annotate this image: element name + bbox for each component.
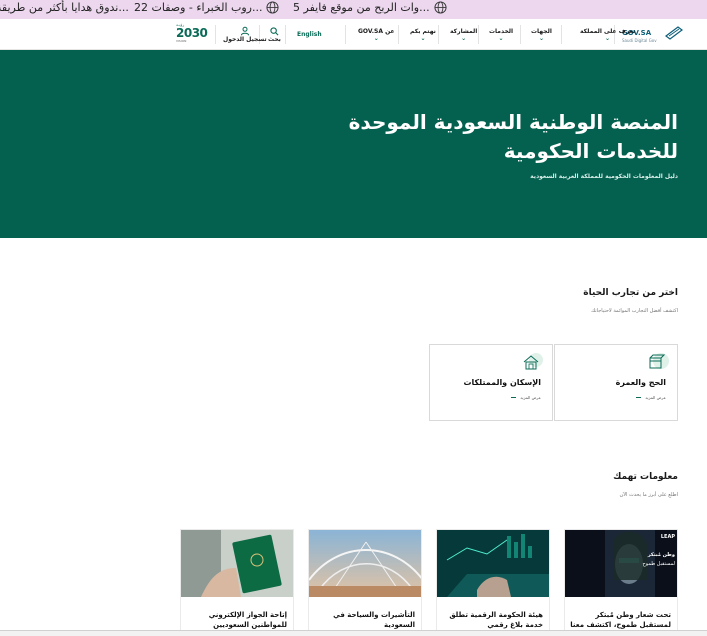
life-section-title: اختر من تجارب الحياة: [583, 288, 678, 298]
login-label: تسجيل الدخول: [223, 36, 267, 43]
card-title: الحج والعمرة: [615, 378, 666, 387]
life-card-hajj[interactable]: الحج والعمرة عرض المزيد: [554, 344, 678, 421]
nav-item-label: الخدمات: [489, 27, 514, 35]
vision-number: 2030: [176, 26, 208, 40]
news-image: [437, 530, 549, 597]
bookmark-item[interactable]: ...وات الربح من موقع فايفر 5: [293, 1, 447, 14]
search-label: بحث: [268, 35, 281, 43]
hero-title: المنصة الوطنية السعودية الموحدة للخدمات …: [318, 108, 678, 166]
card-more-link[interactable]: عرض المزيد: [636, 395, 666, 400]
language-label: English: [297, 31, 322, 38]
digital-keyboard-image: [437, 530, 549, 597]
kaaba-icon: [649, 353, 669, 369]
globe-icon: [434, 1, 447, 14]
life-card-housing[interactable]: الإسكان والممتلكات عرض المزيد: [429, 344, 553, 421]
news-title: إتاحة الجواز الإلكتروني للمواطنين السعود…: [208, 611, 287, 629]
search-button[interactable]: بحث: [268, 19, 281, 50]
vision-2030-logo[interactable]: رؤيـة 2030 VISION: [176, 22, 210, 46]
hero-title-line: المنصة الوطنية السعودية الموحدة: [348, 110, 678, 134]
news-title: هيئة الحكومة الرقمية تطلق خدمة بلاغ رقمي: [449, 611, 543, 629]
nav-item-services[interactable]: الخدمات ⌄: [489, 19, 513, 50]
nav-item-label: المشاركة: [450, 27, 478, 35]
search-icon: [270, 26, 279, 35]
user-icon: [240, 26, 250, 36]
nav-divider: [561, 25, 562, 44]
house-icon: [523, 353, 543, 370]
news-card-visas[interactable]: التأشيرات والسياحة في السعودية: [308, 529, 422, 636]
nav-item-about-govsa[interactable]: عن GOV.SA ⌄: [358, 19, 395, 50]
bookmark-item[interactable]: ...روب الخبراء - وصفات 22: [134, 1, 280, 14]
news-image: [181, 530, 293, 597]
arrow-dash-icon: [636, 397, 642, 398]
nav-item-label: الجهات: [531, 27, 552, 35]
news-image: LEAP وطن مُبتكر لمستقبل طموح: [565, 530, 677, 597]
nav-divider: [438, 25, 439, 44]
nav-item-label: نهتم بكم: [410, 27, 436, 35]
nav-item-label: عن GOV.SA: [358, 27, 395, 35]
bookmark-label: ...ندوق هدايا بأكثر من طريقة: [0, 1, 129, 14]
hero-subtitle: دليل المعلومات الحكومية للمملكة العربية …: [530, 173, 678, 180]
nav-item-about-kingdom[interactable]: تعرف على المملكة ⌄: [580, 19, 635, 50]
news-title: التأشيرات والسياحة في السعودية: [333, 611, 415, 629]
login-button[interactable]: تسجيل الدخول: [223, 19, 267, 50]
bookmark-label: ...روب الخبراء - وصفات 22: [134, 1, 263, 14]
news-card-leap[interactable]: LEAP وطن مُبتكر لمستقبل طموح تحت شعار وط…: [564, 529, 678, 636]
chevron-down-icon: ⌄: [420, 34, 426, 42]
life-section-subtitle: اكتشف أفضل التجارب الموائمة لاحتياجاتك: [591, 308, 678, 314]
globe-icon: [266, 1, 280, 14]
nav-divider: [520, 25, 521, 44]
hero-title-line: للخدمات الحكومية: [503, 139, 678, 163]
card-title: الإسكان والممتلكات: [463, 378, 541, 387]
news-card-passport[interactable]: إتاحة الجواز الإلكتروني للمواطنين السعود…: [180, 529, 294, 636]
nav-divider: [215, 25, 216, 44]
chevron-down-icon: ⌄: [373, 34, 379, 42]
news-image: [309, 530, 421, 597]
nav-divider: [398, 25, 399, 44]
bottom-taskbar-edge: [0, 630, 707, 636]
language-toggle[interactable]: English: [297, 19, 322, 50]
bookmark-item[interactable]: ...ندوق هدايا بأكثر من طريقة: [0, 1, 129, 14]
news-title: تحت شعار وطن مُبتكر لمستقبل طموح، اكتشف …: [570, 611, 671, 629]
bookmark-label: ...وات الربح من موقع فايفر 5: [293, 1, 430, 14]
nav-item-label: تعرف على المملكة: [580, 27, 636, 35]
nav-divider: [478, 25, 479, 44]
card-more-label: عرض المزيد: [645, 395, 666, 400]
nav-item-participation[interactable]: المشاركة ⌄: [450, 19, 477, 50]
chevron-down-icon: ⌄: [461, 34, 467, 42]
arrow-dash-icon: [511, 397, 517, 398]
chevron-down-icon: ⌄: [498, 34, 504, 42]
chevron-down-icon: ⌄: [538, 34, 544, 42]
gov-logo-icon[interactable]: [664, 24, 684, 40]
poster-text: وطن مُبتكر: [647, 552, 675, 558]
chevron-down-icon: ⌄: [605, 34, 611, 42]
card-more-label: عرض المزيد: [520, 395, 541, 400]
card-more-link[interactable]: عرض المزيد: [511, 395, 541, 400]
passport-image: [181, 530, 293, 597]
bookmarks-bar: ...ندوق هدايا بأكثر من طريقة ...روب الخب…: [0, 0, 707, 19]
info-section-subtitle: اطلع على أبرز ما يحدث الآن: [619, 492, 678, 498]
nav-item-we-care[interactable]: نهتم بكم ⌄: [410, 19, 436, 50]
tourism-dome-image: [309, 530, 421, 597]
news-card-digital-gov[interactable]: هيئة الحكومة الرقمية تطلق خدمة بلاغ رقمي: [436, 529, 550, 636]
poster-text: لمستقبل طموح: [642, 561, 675, 567]
leap-logo: LEAP: [660, 534, 675, 540]
nav-item-entities[interactable]: الجهات ⌄: [531, 19, 552, 50]
info-section-title: معلومات تهمك: [613, 472, 678, 482]
nav-divider: [345, 25, 346, 44]
nav-divider: [285, 25, 286, 44]
